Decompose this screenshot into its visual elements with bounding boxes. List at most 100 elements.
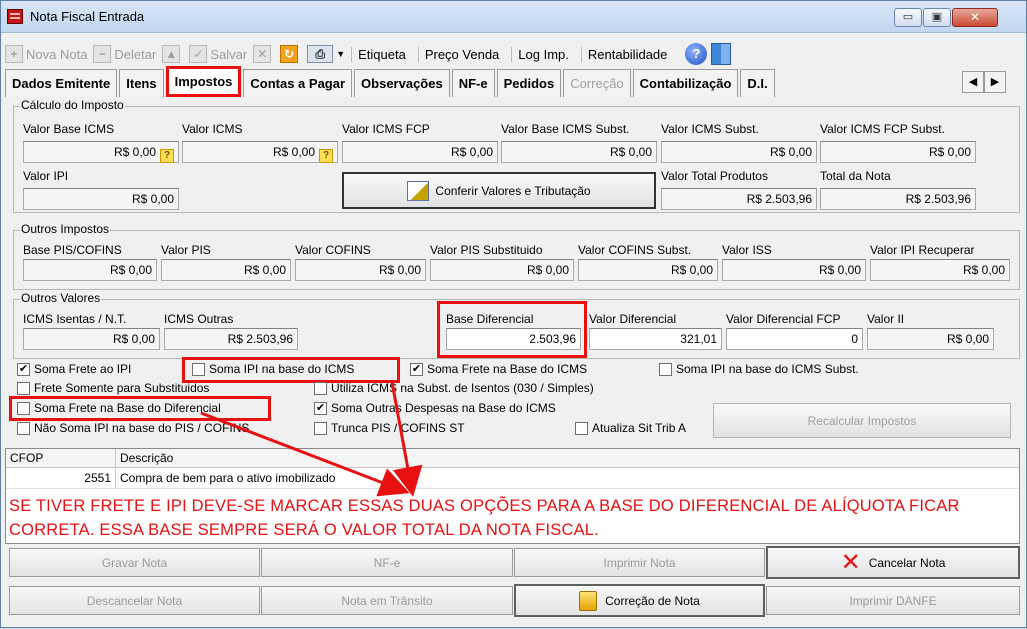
x-mark-icon: ✕ — [840, 548, 861, 576]
tab-nfe[interactable]: NF-e — [451, 69, 495, 97]
tab-contabilizacao[interactable]: Contabilização — [632, 69, 739, 97]
checkbox-checked-icon: ✔ — [17, 362, 30, 376]
annotation-note: SE TIVER FRETE E IPI DEVE-SE MARCAR ESSA… — [9, 494, 1019, 542]
soma-frete-base-icms-checkbox[interactable]: ✔ Soma Frete na Base do ICMS — [410, 362, 587, 376]
tab-bar: Dados Emitente Itens Impostos Contas a P… — [5, 66, 777, 98]
tab-dados-emitente[interactable]: Dados Emitente — [5, 69, 118, 97]
soma-frete-ipi-checkbox[interactable]: ✔ Soma Frete ao IPI — [17, 362, 131, 376]
log-imp-button[interactable]: Log Imp. — [511, 46, 575, 62]
base-diferencial-field[interactable]: 2.503,96 — [446, 328, 581, 350]
checkbox-unchecked-icon — [192, 362, 205, 376]
tab-pedidos[interactable]: Pedidos — [496, 69, 562, 97]
recalcular-impostos-button[interactable]: Recalcular Impostos — [713, 403, 1011, 438]
soma-ipi-base-icms-subst-label: Soma IPI na base do ICMS Subst. — [676, 362, 859, 376]
etiqueta-button[interactable]: Etiqueta — [351, 46, 412, 62]
cancel-edit-button[interactable]: ✕ — [253, 45, 274, 63]
valor-base-icms-subst-field[interactable]: R$ 0,00 — [501, 141, 657, 163]
help-question-icon[interactable]: ? — [160, 149, 174, 163]
valor-diferencial-fcp-field[interactable]: 0 — [726, 328, 863, 350]
imprimir-nota-button[interactable]: Imprimir Nota — [514, 548, 765, 577]
nao-soma-ipi-checkbox[interactable]: Não Soma IPI na base do PIS / COFINS — [17, 421, 249, 435]
total-nota-field[interactable]: R$ 2.503,96 — [820, 188, 976, 210]
tab-correcao[interactable]: Correção — [563, 69, 631, 97]
valor-icms-fcp-subst-label: Valor ICMS FCP Subst. — [820, 122, 945, 136]
table-row[interactable]: 2551 Compra de bem para o ativo imobiliz… — [6, 469, 1019, 489]
tab-contas-a-pagar[interactable]: Contas a Pagar — [243, 69, 353, 97]
preco-venda-button[interactable]: Preço Venda — [417, 46, 505, 62]
valor-icms-label: Valor ICMS — [182, 122, 243, 136]
refresh-icon: ↻ — [280, 45, 299, 63]
valor-cofins-field[interactable]: R$ 0,00 — [295, 259, 426, 281]
trunca-pis-checkbox[interactable]: Trunca PIS / COFINS ST — [314, 421, 465, 435]
icms-isentas-field[interactable]: R$ 0,00 — [23, 328, 160, 350]
table-header: CFOP Descrição — [6, 449, 1019, 468]
gravar-nota-button[interactable]: Gravar Nota — [9, 548, 260, 577]
salvar-button[interactable]: ✓ Salvar — [189, 45, 247, 63]
nota-em-transito-button[interactable]: Nota em Trânsito — [261, 586, 513, 615]
valor-icms-fcp-subst-field[interactable]: R$ 0,00 — [820, 141, 976, 163]
tab-itens[interactable]: Itens — [119, 69, 164, 97]
outros-impostos-title: Outros Impostos — [20, 222, 111, 236]
refresh-button[interactable]: ↻ — [280, 45, 301, 63]
printer-icon: ⎙ — [307, 45, 334, 63]
valor-ii-field[interactable]: R$ 0,00 — [867, 328, 994, 350]
descricao-cell: Compra de bem para o ativo imobilizado — [120, 471, 336, 485]
maximize-button[interactable]: ▣ — [923, 8, 951, 27]
print-button[interactable]: ⎙ ▼ — [307, 45, 345, 63]
rentabilidade-button[interactable]: Rentabilidade — [580, 46, 674, 62]
valor-iss-label: Valor ISS — [722, 243, 772, 257]
close-button[interactable]: ✕ — [952, 8, 998, 27]
tab-scroll-right-icon[interactable]: ▶ — [984, 71, 1006, 93]
up-button[interactable]: ▲ — [162, 45, 183, 63]
checkbox-unchecked-icon — [575, 421, 588, 435]
valor-icms-subst-field[interactable]: R$ 0,00 — [661, 141, 817, 163]
checkbox-unchecked-icon — [314, 421, 327, 435]
cfop-cell: 2551 — [6, 469, 116, 488]
cancelar-nota-button[interactable]: ✕ Cancelar Nota — [766, 546, 1020, 579]
valor-diferencial-label: Valor Diferencial — [589, 312, 677, 326]
valor-pis-field[interactable]: R$ 0,00 — [161, 259, 291, 281]
column-header-cfop[interactable]: CFOP — [6, 449, 116, 468]
soma-outras-despesas-checkbox[interactable]: ✔ Soma Outras Despesas na Base do ICMS — [314, 401, 556, 415]
descancelar-nota-button[interactable]: Descancelar Nota — [9, 586, 260, 615]
valor-icms-fcp-field[interactable]: R$ 0,00 — [342, 141, 498, 163]
tab-impostos[interactable]: Impostos — [165, 66, 242, 97]
valor-total-produtos-field[interactable]: R$ 2.503,96 — [661, 188, 817, 210]
correcao-de-nota-label: Correção de Nota — [605, 593, 700, 608]
tab-observacoes[interactable]: Observações — [354, 69, 450, 97]
frete-somente-checkbox[interactable]: Frete Somente para Substituidos — [17, 381, 209, 395]
imprimir-danfe-button[interactable]: Imprimir DANFE — [766, 586, 1020, 615]
nfe-button[interactable]: NF-e — [261, 548, 513, 577]
minimize-button[interactable]: ▭ — [894, 8, 922, 27]
outros-valores-title: Outros Valores — [20, 291, 102, 305]
nova-nota-button[interactable]: + Nova Nota — [5, 45, 87, 63]
valor-cofins-subst-field[interactable]: R$ 0,00 — [578, 259, 718, 281]
tab-di[interactable]: D.I. — [740, 69, 775, 97]
valor-diferencial-field[interactable]: 321,01 — [589, 328, 722, 350]
correcao-de-nota-button[interactable]: Correção de Nota — [514, 584, 765, 617]
valor-ipi-field[interactable]: R$ 0,00 — [23, 188, 179, 210]
soma-frete-diferencial-checkbox[interactable]: Soma Frete na Base do Diferencial — [17, 401, 221, 415]
conferir-valores-button[interactable]: Conferir Valores e Tributação — [342, 172, 656, 209]
x-icon: ✕ — [253, 45, 272, 63]
soma-ipi-base-icms-checkbox[interactable]: Soma IPI na base do ICMS — [192, 362, 354, 376]
external-window-icon[interactable] — [711, 43, 732, 65]
soma-ipi-base-icms-subst-checkbox[interactable]: Soma IPI na base do ICMS Subst. — [659, 362, 859, 376]
valor-ipi-recuperar-field[interactable]: R$ 0,00 — [870, 259, 1010, 281]
atualiza-sit-trib-checkbox[interactable]: Atualiza Sit Trib A — [575, 421, 686, 435]
deletar-button[interactable]: − Deletar — [93, 45, 156, 63]
help-icon[interactable]: ? — [685, 43, 708, 65]
tab-scroll-left-icon[interactable]: ◀ — [962, 71, 984, 93]
utiliza-icms-checkbox[interactable]: Utiliza ICMS na Subst. de Isentos (030 /… — [314, 381, 594, 395]
base-pis-cofins-label: Base PIS/COFINS — [23, 243, 122, 257]
valor-pis-substituido-field[interactable]: R$ 0,00 — [430, 259, 574, 281]
valor-icms-field[interactable]: R$ 0,00? — [182, 141, 338, 163]
valor-pis-substituido-label: Valor PIS Substituido — [430, 243, 543, 257]
soma-frete-ipi-label: Soma Frete ao IPI — [34, 362, 132, 376]
column-header-descricao[interactable]: Descrição — [116, 449, 1021, 468]
valor-iss-field[interactable]: R$ 0,00 — [722, 259, 866, 281]
valor-base-icms-field[interactable]: R$ 0,00? — [23, 141, 179, 163]
base-pis-cofins-field[interactable]: R$ 0,00 — [23, 259, 157, 281]
icms-outras-field[interactable]: R$ 2.503,96 — [164, 328, 298, 350]
help-question-icon[interactable]: ? — [319, 149, 333, 163]
